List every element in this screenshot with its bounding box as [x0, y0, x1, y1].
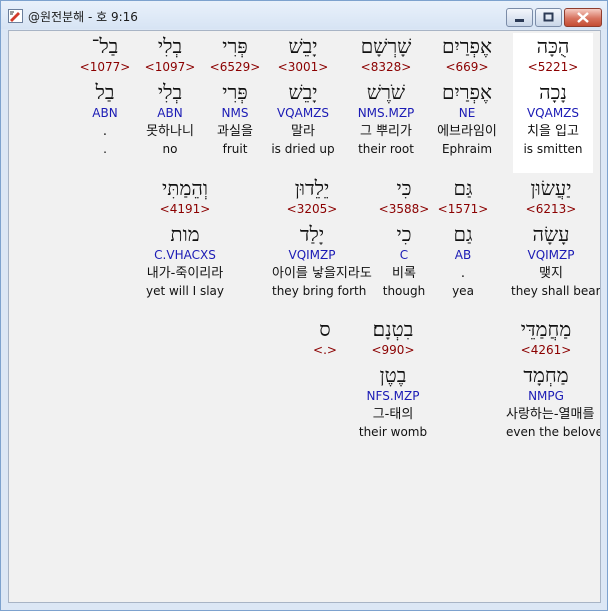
word-cell[interactable]: ס <.> [285, 316, 365, 456]
korean-gloss [285, 405, 365, 424]
parsing-code: VQIMZP [288, 248, 336, 262]
hebrew-word: ס [319, 317, 331, 341]
lemma-word: אֶפְרַיִם [441, 80, 493, 104]
word-cell[interactable]: יָבֵשׁ <3001> יָבֵשׁ VQAMZS 말라 is dried up [263, 33, 343, 173]
hebrew-word: אֶפְרַיִם [441, 34, 493, 58]
strong-number: <1077> [79, 60, 131, 74]
minimize-button[interactable] [506, 8, 533, 27]
strong-number: <4261> [520, 343, 572, 357]
hebrew-word: יֵלֵדוּן [294, 176, 330, 200]
hebrew-word: וְהֵמַתִּי [162, 176, 208, 200]
lemma-word: מַחְמָד [523, 363, 569, 387]
korean-gloss: 그-태의 [372, 407, 414, 422]
parsing-code [285, 388, 365, 405]
word-cell[interactable]: כִּי <3588> כִי C 비록 though [364, 175, 444, 315]
word-cell[interactable]: יֵלֵדוּן <3205> יָלַד VQIMZP 아이를 낳을지라도 they b… [272, 175, 372, 315]
window-title: @원전분해 - 호 9:16 [28, 10, 138, 24]
korean-gloss: 말라 [291, 124, 315, 139]
english-gloss: their root [358, 142, 414, 156]
english-gloss: even the beloved fruit of [506, 425, 600, 439]
korean-gloss: 에브라임이 [437, 124, 497, 139]
word-cell[interactable]: שָׁרְשָׁם <8328> שֹׁרֶשׁ NMS.MZP 그 뿌리가 their … [346, 33, 426, 173]
strong-number: <669> [445, 60, 489, 74]
english-gloss: is dried up [271, 142, 335, 156]
strong-number: <3205> [286, 202, 338, 216]
english-gloss: they shall bear [511, 284, 601, 298]
hebrew-word: יָבֵשׁ [288, 34, 318, 58]
lemma-word: כִי [396, 222, 412, 246]
app-icon [8, 8, 23, 23]
korean-gloss: 아이를 낳을지라도 [272, 266, 372, 281]
title-bar[interactable]: @원전분해 - 호 9:16 [1, 1, 607, 29]
maximize-icon [543, 12, 554, 22]
parsing-code: ABN [92, 106, 118, 120]
strong-number: <8328> [360, 60, 412, 74]
word-cell[interactable]: וְהֵמַתִּי <4191> מות C.VHACXS 내가-죽이리라 yet wi… [145, 175, 225, 315]
strong-number: <5221> [527, 60, 579, 74]
hebrew-word: שָׁרְשָׁם [360, 34, 412, 58]
hebrew-word: הֻכָּה [536, 34, 570, 58]
english-gloss: though [382, 284, 426, 298]
lemma-word: בַל [95, 80, 115, 104]
word-cell[interactable]: הֻכָּה <5221> נָכָה VQAMZS 치을 입고 is smitten [513, 33, 593, 173]
word-cell[interactable]: יַעֲשׂוּן <6213> עָשָׂה VQIMZP 맺지 they shall … [511, 175, 601, 315]
lemma-word: מות [170, 222, 200, 246]
hebrew-word: יַעֲשׂוּן [530, 176, 572, 200]
word-cell[interactable]: בַל־ <1077> בַל ABN.. [65, 33, 145, 173]
strong-number: <990> [371, 343, 415, 357]
maximize-button[interactable] [535, 8, 562, 27]
hebrew-word: בַל־ [91, 34, 119, 58]
english-gloss: is smitten [523, 142, 583, 156]
lemma-word: שֹׁרֶשׁ [366, 80, 406, 104]
lemma-word: יָבֵשׁ [288, 80, 318, 104]
korean-gloss: 비록 [392, 266, 416, 281]
english-gloss: they bring forth [272, 284, 367, 298]
korean-gloss: 치을 입고 [527, 124, 579, 139]
hebrew-word: מַחֲמַדֵּי [520, 317, 572, 341]
word-cell[interactable]: בִטְנָם׃ <990> בֶטֶן NFS.MZP 그-태의 their womb [353, 316, 433, 456]
parsing-code: NMS.MZP [357, 106, 415, 120]
lemma-word: עָשָׂה [532, 222, 570, 246]
word-cell[interactable]: אֶפְרַיִם <669> אֶפְרַיִם NE 에브라임이 Ephraim [427, 33, 507, 173]
english-gloss: yet will I slay [145, 284, 225, 298]
korean-gloss: 그 뿌리가 [360, 124, 412, 139]
korean-gloss: 내가-죽이리라 [146, 266, 224, 281]
strong-number: <3588> [378, 202, 430, 216]
strong-number: <.> [313, 343, 337, 357]
lemma-word [285, 362, 365, 388]
strong-number: <3001> [277, 60, 329, 74]
korean-gloss: 사랑하는-열매를 [506, 407, 595, 422]
app-window: @원전분해 - 호 9:16 הֻכָּה <5221> נָכָה VQAMZS 치을… [0, 0, 608, 611]
close-icon [577, 12, 589, 23]
english-gloss: Ephraim [441, 142, 493, 156]
strong-number: <6213> [525, 202, 577, 216]
parsing-code: VQAMZS [526, 106, 580, 120]
lemma-word: בֶטֶן [379, 363, 407, 387]
lemma-word: יָלַד [299, 222, 325, 246]
hebrew-word: בִטְנָם׃ [372, 317, 414, 341]
english-gloss [285, 424, 365, 441]
hebrew-word: כִּי [396, 176, 412, 200]
interlinear-panel: הֻכָּה <5221> נָכָה VQAMZS 치을 입고 is smitten אֶ… [8, 30, 601, 603]
word-cell[interactable]: מַחֲמַדֵּי <4261> מַחְמָד NMPG 사랑하는-열매를 even … [506, 316, 600, 456]
parsing-code: NMPG [528, 389, 564, 403]
parsing-code: C.VHACXS [154, 248, 216, 262]
parsing-code: NE [458, 106, 476, 120]
korean-gloss: 맺지 [539, 266, 563, 281]
parsing-code: VQAMZS [276, 106, 330, 120]
english-gloss: their womb [358, 425, 428, 439]
korean-gloss: . [102, 124, 108, 139]
close-button[interactable] [564, 8, 602, 27]
parsing-code: NFS.MZP [366, 389, 420, 403]
strong-number: <4191> [159, 202, 211, 216]
parsing-code: C [399, 248, 409, 262]
english-gloss: . [103, 142, 107, 156]
lemma-word: נָכָה [539, 80, 567, 104]
minimize-icon [515, 19, 524, 22]
parsing-code: VQIMZP [527, 248, 575, 262]
